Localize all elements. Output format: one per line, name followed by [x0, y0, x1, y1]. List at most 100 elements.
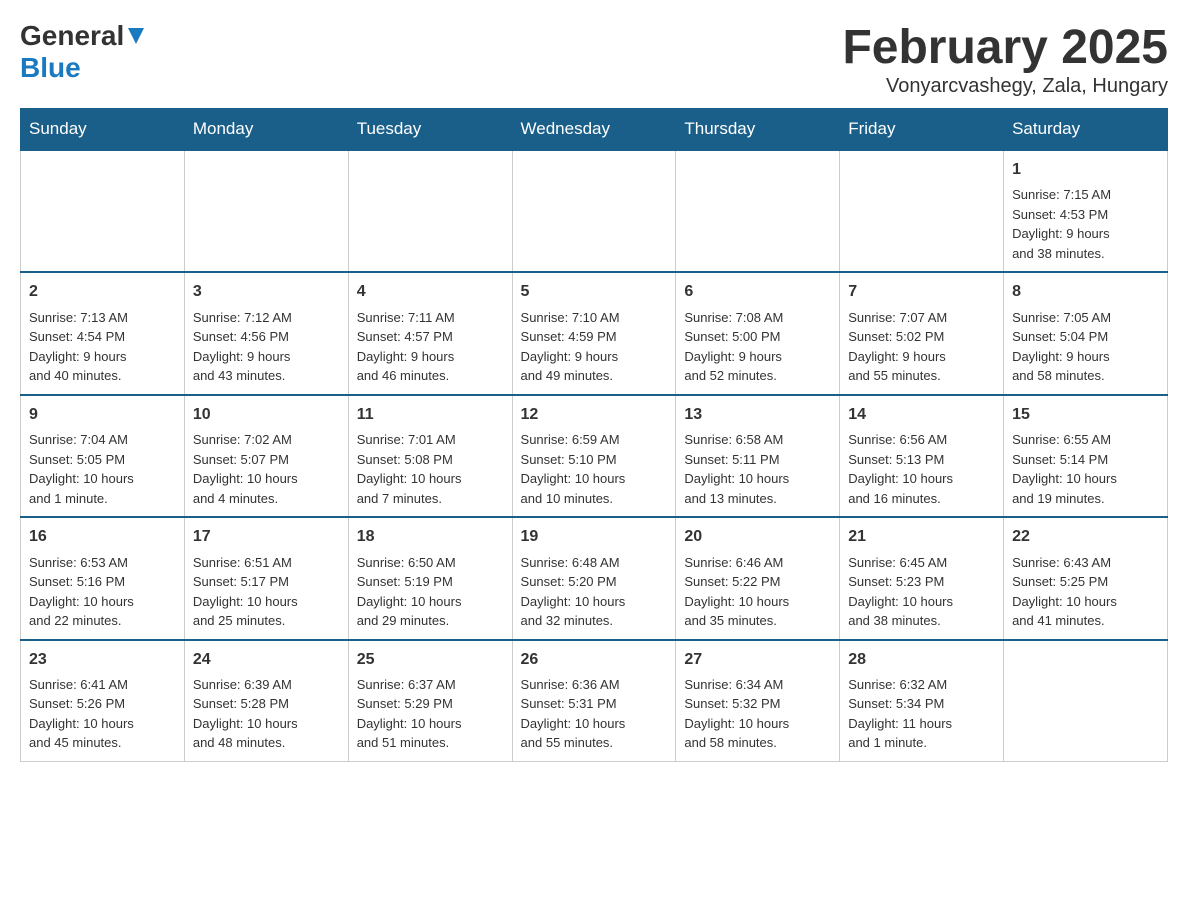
day-number: 15 [1012, 404, 1159, 426]
calendar-cell: 26 Sunrise: 6:36 AM Sunset: 5:31 PM Dayli… [512, 640, 676, 762]
weekday-header-thursday: Thursday [676, 109, 840, 151]
calendar-week-1: 1Sunrise: 7:15 AM Sunset: 4:53 PM Daylig… [21, 150, 1168, 272]
day-number: 26 [521, 649, 668, 671]
day-number: 18 [357, 526, 504, 548]
calendar-cell: 9Sunrise: 7:04 AM Sunset: 5:05 PM Daylig… [21, 395, 185, 517]
day-number: 25 [357, 649, 504, 671]
day-number: 5 [521, 281, 668, 303]
calendar-cell: 1Sunrise: 7:15 AM Sunset: 4:53 PM Daylig… [1004, 150, 1168, 272]
day-info: Sunrise: 7:13 AM Sunset: 4:54 PM Dayligh… [29, 308, 176, 386]
title-area: February 2025 Vonyarcvashegy, Zala, Hung… [842, 20, 1168, 98]
day-info: Sunrise: 7:04 AM Sunset: 5:05 PM Dayligh… [29, 430, 176, 508]
day-info: Sunrise: 7:07 AM Sunset: 5:02 PM Dayligh… [848, 308, 995, 386]
calendar-week-2: 2 Sunrise: 7:13 AM Sunset: 4:54 PM Daylig… [21, 272, 1168, 394]
day-number: 17 [193, 526, 340, 548]
calendar-cell: 7 Sunrise: 7:07 AM Sunset: 5:02 PM Daylig… [840, 272, 1004, 394]
day-number: 13 [684, 404, 831, 426]
weekday-header-friday: Friday [840, 109, 1004, 151]
calendar-cell: 28 Sunrise: 6:32 AM Sunset: 5:34 PM Dayli… [840, 640, 1004, 762]
calendar-cell: 20 Sunrise: 6:46 AM Sunset: 5:22 PM Dayli… [676, 517, 840, 639]
day-number: 3 [193, 281, 340, 303]
weekday-header-wednesday: Wednesday [512, 109, 676, 151]
calendar-week-5: 23 Sunrise: 6:41 AM Sunset: 5:26 PM Dayli… [21, 640, 1168, 762]
day-number: 7 [848, 281, 995, 303]
day-info: Sunrise: 7:11 AM Sunset: 4:57 PM Dayligh… [357, 308, 504, 386]
calendar-cell: 18 Sunrise: 6:50 AM Sunset: 5:19 PM Dayli… [348, 517, 512, 639]
day-number: 8 [1012, 281, 1159, 303]
calendar-week-3: 9Sunrise: 7:04 AM Sunset: 5:05 PM Daylig… [21, 395, 1168, 517]
calendar-cell: 15 Sunrise: 6:55 AM Sunset: 5:14 PM Dayli… [1004, 395, 1168, 517]
calendar-cell: 6 Sunrise: 7:08 AM Sunset: 5:00 PM Daylig… [676, 272, 840, 394]
weekday-header-saturday: Saturday [1004, 109, 1168, 151]
calendar-cell: 23 Sunrise: 6:41 AM Sunset: 5:26 PM Dayli… [21, 640, 185, 762]
day-number: 28 [848, 649, 995, 671]
day-number: 16 [29, 526, 176, 548]
calendar-cell: 12Sunrise: 6:59 AM Sunset: 5:10 PM Dayli… [512, 395, 676, 517]
day-number: 22 [1012, 526, 1159, 548]
calendar-cell: 24 Sunrise: 6:39 AM Sunset: 5:28 PM Dayli… [184, 640, 348, 762]
day-info: Sunrise: 6:41 AM Sunset: 5:26 PM Dayligh… [29, 675, 176, 753]
calendar-cell: 13 Sunrise: 6:58 AM Sunset: 5:11 PM Dayli… [676, 395, 840, 517]
calendar-cell: 4 Sunrise: 7:11 AM Sunset: 4:57 PM Daylig… [348, 272, 512, 394]
day-number: 23 [29, 649, 176, 671]
logo-blue-text: Blue [20, 52, 81, 84]
calendar-cell [676, 150, 840, 272]
weekday-header-tuesday: Tuesday [348, 109, 512, 151]
day-info: Sunrise: 6:51 AM Sunset: 5:17 PM Dayligh… [193, 553, 340, 631]
day-number: 6 [684, 281, 831, 303]
calendar-cell [1004, 640, 1168, 762]
calendar-cell: 16Sunrise: 6:53 AM Sunset: 5:16 PM Dayli… [21, 517, 185, 639]
weekday-header-sunday: Sunday [21, 109, 185, 151]
calendar-cell: 5Sunrise: 7:10 AM Sunset: 4:59 PM Daylig… [512, 272, 676, 394]
day-info: Sunrise: 7:05 AM Sunset: 5:04 PM Dayligh… [1012, 308, 1159, 386]
day-number: 21 [848, 526, 995, 548]
day-info: Sunrise: 6:39 AM Sunset: 5:28 PM Dayligh… [193, 675, 340, 753]
day-info: Sunrise: 6:32 AM Sunset: 5:34 PM Dayligh… [848, 675, 995, 753]
day-info: Sunrise: 6:59 AM Sunset: 5:10 PM Dayligh… [521, 430, 668, 508]
day-number: 2 [29, 281, 176, 303]
calendar-cell: 10Sunrise: 7:02 AM Sunset: 5:07 PM Dayli… [184, 395, 348, 517]
day-number: 4 [357, 281, 504, 303]
day-number: 20 [684, 526, 831, 548]
day-info: Sunrise: 6:34 AM Sunset: 5:32 PM Dayligh… [684, 675, 831, 753]
day-number: 10 [193, 404, 340, 426]
month-title: February 2025 [842, 20, 1168, 75]
calendar-week-4: 16Sunrise: 6:53 AM Sunset: 5:16 PM Dayli… [21, 517, 1168, 639]
day-info: Sunrise: 6:45 AM Sunset: 5:23 PM Dayligh… [848, 553, 995, 631]
logo: General Blue [20, 20, 146, 84]
day-info: Sunrise: 6:36 AM Sunset: 5:31 PM Dayligh… [521, 675, 668, 753]
day-number: 24 [193, 649, 340, 671]
calendar-cell: 11Sunrise: 7:01 AM Sunset: 5:08 PM Dayli… [348, 395, 512, 517]
logo-triangle-icon [126, 26, 146, 46]
calendar-cell: 2 Sunrise: 7:13 AM Sunset: 4:54 PM Daylig… [21, 272, 185, 394]
day-info: Sunrise: 6:50 AM Sunset: 5:19 PM Dayligh… [357, 553, 504, 631]
day-number: 14 [848, 404, 995, 426]
calendar-cell: 22Sunrise: 6:43 AM Sunset: 5:25 PM Dayli… [1004, 517, 1168, 639]
logo-general-text: General [20, 20, 124, 52]
calendar-cell: 14 Sunrise: 6:56 AM Sunset: 5:13 PM Dayli… [840, 395, 1004, 517]
calendar-cell: 8 Sunrise: 7:05 AM Sunset: 5:04 PM Daylig… [1004, 272, 1168, 394]
day-info: Sunrise: 7:15 AM Sunset: 4:53 PM Dayligh… [1012, 185, 1159, 263]
calendar-cell [348, 150, 512, 272]
day-info: Sunrise: 6:55 AM Sunset: 5:14 PM Dayligh… [1012, 430, 1159, 508]
day-number: 27 [684, 649, 831, 671]
calendar: SundayMondayTuesdayWednesdayThursdayFrid… [20, 108, 1168, 762]
day-info: Sunrise: 6:48 AM Sunset: 5:20 PM Dayligh… [521, 553, 668, 631]
day-info: Sunrise: 7:12 AM Sunset: 4:56 PM Dayligh… [193, 308, 340, 386]
weekday-header-row: SundayMondayTuesdayWednesdayThursdayFrid… [21, 109, 1168, 151]
day-info: Sunrise: 6:56 AM Sunset: 5:13 PM Dayligh… [848, 430, 995, 508]
day-info: Sunrise: 6:58 AM Sunset: 5:11 PM Dayligh… [684, 430, 831, 508]
day-info: Sunrise: 7:08 AM Sunset: 5:00 PM Dayligh… [684, 308, 831, 386]
weekday-header-monday: Monday [184, 109, 348, 151]
day-info: Sunrise: 6:37 AM Sunset: 5:29 PM Dayligh… [357, 675, 504, 753]
header: General Blue February 2025 Vonyarcvasheg… [20, 20, 1168, 98]
calendar-cell [184, 150, 348, 272]
calendar-cell: 21 Sunrise: 6:45 AM Sunset: 5:23 PM Dayli… [840, 517, 1004, 639]
calendar-cell [21, 150, 185, 272]
day-info: Sunrise: 7:01 AM Sunset: 5:08 PM Dayligh… [357, 430, 504, 508]
day-number: 19 [521, 526, 668, 548]
location-title: Vonyarcvashegy, Zala, Hungary [842, 75, 1168, 98]
day-info: Sunrise: 6:46 AM Sunset: 5:22 PM Dayligh… [684, 553, 831, 631]
calendar-cell: 3 Sunrise: 7:12 AM Sunset: 4:56 PM Daylig… [184, 272, 348, 394]
calendar-cell: 27 Sunrise: 6:34 AM Sunset: 5:32 PM Dayli… [676, 640, 840, 762]
